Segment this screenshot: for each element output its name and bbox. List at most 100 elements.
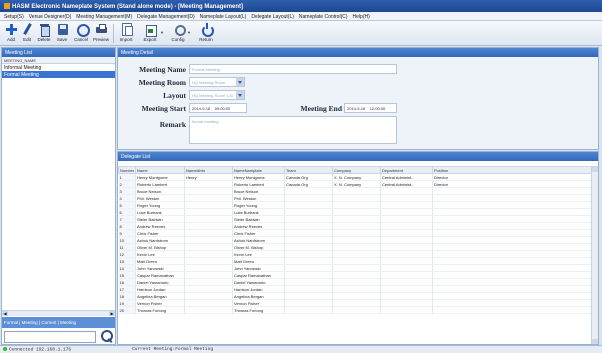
table-cell[interactable]: 8 — [118, 222, 136, 230]
table-cell[interactable] — [332, 278, 381, 286]
meeting-list-item-selected[interactable]: Formal Meeting — [2, 71, 115, 78]
table-cell[interactable]: Caspar Ramanathan — [135, 271, 185, 279]
table-row[interactable]: 18 Angelina Bergan Angelina Bergan — [118, 292, 593, 300]
table-cell[interactable] — [432, 243, 593, 251]
return-button[interactable]: Return — [198, 23, 214, 42]
table-cell[interactable] — [284, 236, 333, 244]
table-cell[interactable] — [284, 222, 333, 230]
layout-select[interactable]: HQ Meeting Room 120 — [189, 90, 245, 100]
table-row[interactable]: 8 Andrew Reeves Andrew Reeves — [118, 222, 593, 230]
table-cell[interactable]: 14 — [118, 264, 136, 272]
table-row[interactable]: 12 Kevin Lee Kevin Lee — [118, 250, 593, 258]
table-cell[interactable] — [432, 306, 593, 314]
table-cell[interactable] — [380, 201, 433, 209]
menu-delegate-management[interactable]: Delegate Management(D) — [137, 14, 195, 20]
save-button[interactable]: Save — [54, 23, 70, 42]
table-cell[interactable] — [332, 208, 381, 216]
table-cell[interactable] — [380, 222, 433, 230]
config-dropdown-icon[interactable]: ▼ — [187, 30, 191, 35]
table-cell[interactable] — [284, 285, 333, 293]
table-cell[interactable] — [332, 271, 381, 279]
table-cell[interactable]: Oliver M. Bishop — [232, 243, 285, 251]
table-cell[interactable] — [184, 264, 233, 272]
table-cell[interactable] — [332, 236, 381, 244]
table-cell[interactable] — [332, 201, 381, 209]
scroll-left-icon[interactable]: ◀ — [2, 311, 8, 316]
table-cell[interactable] — [380, 299, 433, 307]
table-row[interactable]: 5 Roger Young Roger Young — [118, 201, 593, 209]
table-cell[interactable] — [284, 257, 333, 265]
table-cell[interactable]: Luke Burbank — [232, 208, 285, 216]
table-cell[interactable] — [184, 236, 233, 244]
table-cell[interactable]: Phil. Weston — [232, 194, 285, 202]
table-cell[interactable] — [380, 292, 433, 300]
table-cell[interactable] — [332, 215, 381, 223]
table-cell[interactable]: 17 — [118, 285, 136, 293]
table-cell[interactable] — [332, 250, 381, 258]
table-cell[interactable] — [332, 257, 381, 265]
table-cell[interactable] — [184, 292, 233, 300]
table-cell[interactable]: 19 — [118, 299, 136, 307]
meeting-filter-tabs[interactable]: Formal | Meeting | Current | Meeting — [2, 317, 115, 328]
table-cell[interactable]: 10 — [118, 236, 136, 244]
table-cell[interactable]: Matt Green — [232, 257, 285, 265]
table-cell[interactable]: 18 — [118, 292, 136, 300]
table-cell[interactable] — [284, 201, 333, 209]
table-cell[interactable] — [380, 187, 433, 195]
table-cell[interactable] — [380, 215, 433, 223]
table-cell[interactable] — [332, 299, 381, 307]
table-cell[interactable]: Vernon Fisher — [232, 299, 285, 307]
table-cell[interactable] — [184, 208, 233, 216]
table-cell[interactable]: Canada Org — [284, 180, 333, 188]
table-cell[interactable] — [284, 194, 333, 202]
table-cell[interactable]: Ashok Nardstrom — [232, 236, 285, 244]
table-cell[interactable] — [332, 285, 381, 293]
table-cell[interactable] — [284, 271, 333, 279]
table-cell[interactable]: John Yanowski — [135, 264, 185, 272]
table-cell[interactable] — [284, 250, 333, 258]
table-cell[interactable]: 2 — [118, 180, 136, 188]
table-cell[interactable]: Andrew Reeves — [135, 222, 185, 230]
table-row[interactable]: 2 Roberto Lambert Roberto Lambert Canada Or… — [118, 180, 593, 188]
table-cell[interactable]: Roberto Lambert — [232, 180, 285, 188]
table-cell[interactable] — [184, 285, 233, 293]
preview-button[interactable]: Preview — [93, 23, 109, 42]
table-row[interactable]: 17 Harrison Jordan Harrison Jordan — [118, 285, 593, 293]
table-cell[interactable]: Steler Baldwin — [135, 215, 185, 223]
table-cell[interactable]: 7 — [118, 215, 136, 223]
table-cell[interactable]: Central Administ... — [380, 173, 433, 181]
table-cell[interactable] — [284, 306, 333, 314]
table-cell[interactable] — [284, 299, 333, 307]
table-cell[interactable]: Roger Young — [232, 201, 285, 209]
table-cell[interactable]: 15 — [118, 271, 136, 279]
table-cell[interactable]: Chris Fisher — [135, 229, 185, 237]
table-cell[interactable]: 13 — [118, 257, 136, 265]
table-row[interactable]: 15 Caspar Ramanathan Caspar Ramanathan — [118, 271, 593, 279]
table-cell[interactable] — [184, 257, 233, 265]
table-cell[interactable]: Roberto Lambert — [135, 180, 185, 188]
table-row[interactable]: 11 Oliver M. Bishop Oliver M. Bishop — [118, 243, 593, 251]
table-cell[interactable] — [184, 215, 233, 223]
table-cell[interactable]: X. N. Company — [332, 180, 381, 188]
table-cell[interactable]: Harrison Jordan — [232, 285, 285, 293]
table-cell[interactable] — [432, 278, 593, 286]
table-row[interactable]: 1 Henry Montgome Henry Henry Montgome Canada… — [118, 173, 593, 181]
table-cell[interactable]: Kevin Lee — [135, 250, 185, 258]
chevron-down-icon[interactable] — [236, 91, 244, 99]
table-cell[interactable] — [432, 201, 593, 209]
edit-button[interactable]: Edit — [19, 23, 35, 42]
table-cell[interactable] — [332, 292, 381, 300]
table-cell[interactable]: Phil. Weston — [135, 194, 185, 202]
table-cell[interactable]: Steler Baldwin — [232, 215, 285, 223]
meeting-name-field[interactable]: Formal Meeting — [189, 64, 397, 74]
table-cell[interactable]: Vernon Fisher — [135, 299, 185, 307]
import-button[interactable]: Import — [118, 23, 134, 42]
table-cell[interactable]: 6 — [118, 208, 136, 216]
table-cell[interactable] — [184, 243, 233, 251]
table-cell[interactable]: 5 — [118, 201, 136, 209]
table-cell[interactable] — [380, 264, 433, 272]
table-cell[interactable]: Matt Green — [135, 257, 185, 265]
meeting-list-column-header[interactable]: MEETING_NAME — [2, 57, 115, 64]
table-cell[interactable]: Thomas Furlong — [232, 306, 285, 314]
meeting-list-hscrollbar[interactable]: ◀ ▶ — [2, 310, 115, 316]
